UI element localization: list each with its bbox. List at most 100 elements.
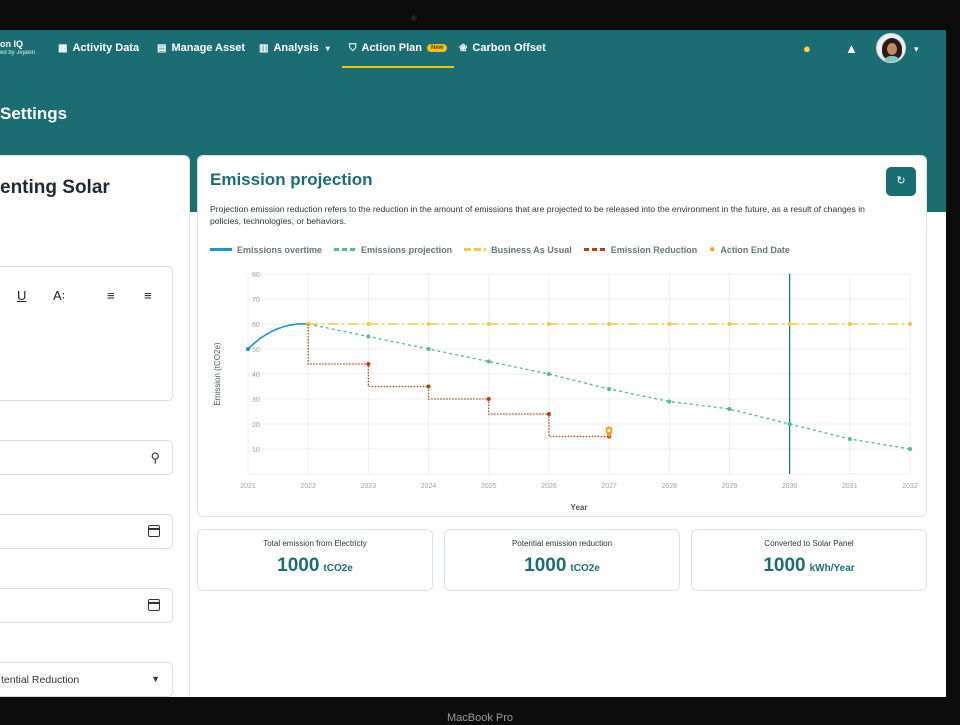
data-point-bau [366, 322, 371, 326]
chevron-down-icon: ▾ [325, 43, 330, 53]
data-point-bau [607, 322, 612, 326]
nav-analysis[interactable]: ▥ Analysis ▾ [259, 42, 330, 54]
data-point-projection [847, 437, 852, 441]
legend-item[interactable]: ● Action End Date [709, 244, 790, 255]
nav-label: Action Plan [361, 42, 423, 54]
nav-label: Analysis [273, 42, 319, 54]
nav-label: Manage Asset [171, 42, 246, 54]
avatar[interactable] [876, 33, 906, 63]
legend-swatch [464, 248, 487, 251]
new-badge: New [427, 44, 448, 52]
data-point-bau [546, 322, 551, 326]
action-end-marker-dot [607, 428, 611, 433]
device-bezel-top [0, 0, 960, 30]
app-screen: on IQ ed by Jejakin ▦ Activity Data ▤ Ma… [0, 30, 946, 697]
chevron-down-icon: ▼ [151, 674, 160, 684]
legend-item[interactable]: Emissions overtime [210, 244, 322, 255]
x-axis-label: Year [571, 503, 588, 512]
legend-item[interactable]: Business As Usual [464, 244, 572, 255]
stat-value-wrap: 1000 tCO2e [198, 555, 432, 577]
align-left-icon[interactable]: ≡ [107, 288, 115, 303]
data-point-reduction [366, 362, 371, 366]
bell-icon[interactable]: ▲ [845, 41, 858, 56]
select-value: tential Reduction [1, 674, 80, 686]
align-center-icon[interactable]: ≡ [144, 288, 152, 303]
chevron-down-icon[interactable]: ▾ [914, 44, 919, 55]
x-tick-label: 2032 [902, 483, 918, 490]
legend-swatch [334, 248, 357, 251]
nav-label: Activity Data [72, 42, 140, 54]
data-point-reduction [426, 384, 431, 389]
stat-value-wrap: 1000 tCO2e [445, 555, 679, 577]
legend-label: Action End Date [720, 244, 790, 255]
page-title: Settings [0, 104, 68, 123]
y-tick-label: 20 [252, 422, 260, 429]
x-tick-label: 2024 [421, 483, 437, 490]
x-tick-label: 2029 [722, 483, 738, 490]
data-point-projection [607, 387, 612, 391]
legend-label: Emission Reduction [610, 244, 698, 255]
stat-label: Potential emission reduction [511, 539, 613, 548]
x-tick-label: 2023 [361, 483, 377, 490]
legend-swatch [583, 248, 606, 251]
trophy-icon: ⛉ [349, 42, 357, 54]
stat-value-wrap: 1000 kWh/Year [692, 555, 926, 577]
calendar-icon[interactable] [148, 525, 160, 537]
brand-subtitle: ed by Jejakin [0, 50, 36, 56]
data-point-bau [667, 322, 672, 326]
stat-unit: kWh/Year [809, 563, 855, 574]
reduction-type-select[interactable]: tential Reduction ▼ [0, 662, 173, 697]
refresh-icon: ↻ [896, 175, 906, 187]
device-bezel-right [946, 0, 960, 725]
data-point-projection [908, 447, 912, 451]
text-size-icon[interactable]: A꞉ [53, 288, 65, 303]
legend-item[interactable]: Emissions projection [334, 244, 452, 255]
grid-icon: ▦ [58, 42, 68, 54]
chart-legend: Emissions overtime Emissions projection … [210, 244, 790, 255]
y-tick-label: 10 [252, 447, 260, 454]
stat-value: 1000 [277, 555, 320, 576]
emission-projection-card: Emission projection ↻ Projection emissio… [197, 155, 927, 517]
x-tick-label: 2022 [300, 483, 316, 490]
card-title: Emission projection [210, 170, 373, 189]
stat-unit: tCO2e [323, 563, 353, 574]
description-editor[interactable] [0, 266, 173, 401]
end-date-field[interactable] [0, 588, 173, 623]
leaf-icon: ❀ [459, 42, 468, 54]
calendar-icon[interactable] [148, 599, 160, 611]
legend-label: Business As Usual [491, 244, 572, 255]
data-point-projection [426, 347, 431, 351]
camera-icon [411, 15, 417, 21]
data-point-bau [787, 322, 792, 326]
y-tick-label: 30 [252, 397, 260, 404]
data-point-bau [847, 322, 852, 326]
x-tick-label: 2021 [240, 483, 256, 490]
nav-activity-data[interactable]: ▦ Activity Data [58, 42, 139, 54]
stat-card-potential-reduction: Potential emission reduction 1000 tCO2e [444, 529, 680, 591]
nav-manage-asset[interactable]: ▤ Manage Asset [157, 42, 245, 54]
y-tick-label: 80 [252, 272, 260, 279]
series-line-reduction [307, 324, 610, 438]
search-icon: ⚲ [150, 450, 160, 465]
nav-label: Carbon Offset [472, 42, 546, 54]
data-point-bau [908, 322, 912, 326]
x-tick-label: 2030 [782, 483, 798, 490]
x-tick-label: 2027 [601, 483, 617, 490]
legend-item[interactable]: Emission Reduction [583, 244, 698, 255]
nav-carbon-offset[interactable]: ❀ Carbon Offset [459, 42, 546, 54]
nav-action-plan[interactable]: ⛉ Action Plan New [341, 42, 455, 68]
refresh-button[interactable]: ↻ [886, 167, 916, 196]
y-tick-label: 70 [252, 297, 260, 304]
data-point-projection [787, 422, 792, 426]
y-tick-label: 60 [252, 322, 260, 329]
avatar-body [883, 56, 901, 62]
underline-icon[interactable]: U [17, 288, 26, 303]
lightbulb-icon[interactable]: ● [803, 41, 811, 56]
search-input[interactable]: ⚲ [0, 440, 173, 475]
start-date-field[interactable] [0, 514, 173, 549]
card-description: Projection emission reduction refers to … [210, 204, 865, 226]
top-nav: on IQ ed by Jejakin ▦ Activity Data ▤ Ma… [0, 30, 946, 72]
brand-logo[interactable]: on IQ ed by Jejakin [0, 39, 35, 56]
x-tick-label: 2031 [842, 483, 858, 490]
stat-label: Total emission from Electricty [263, 539, 367, 548]
